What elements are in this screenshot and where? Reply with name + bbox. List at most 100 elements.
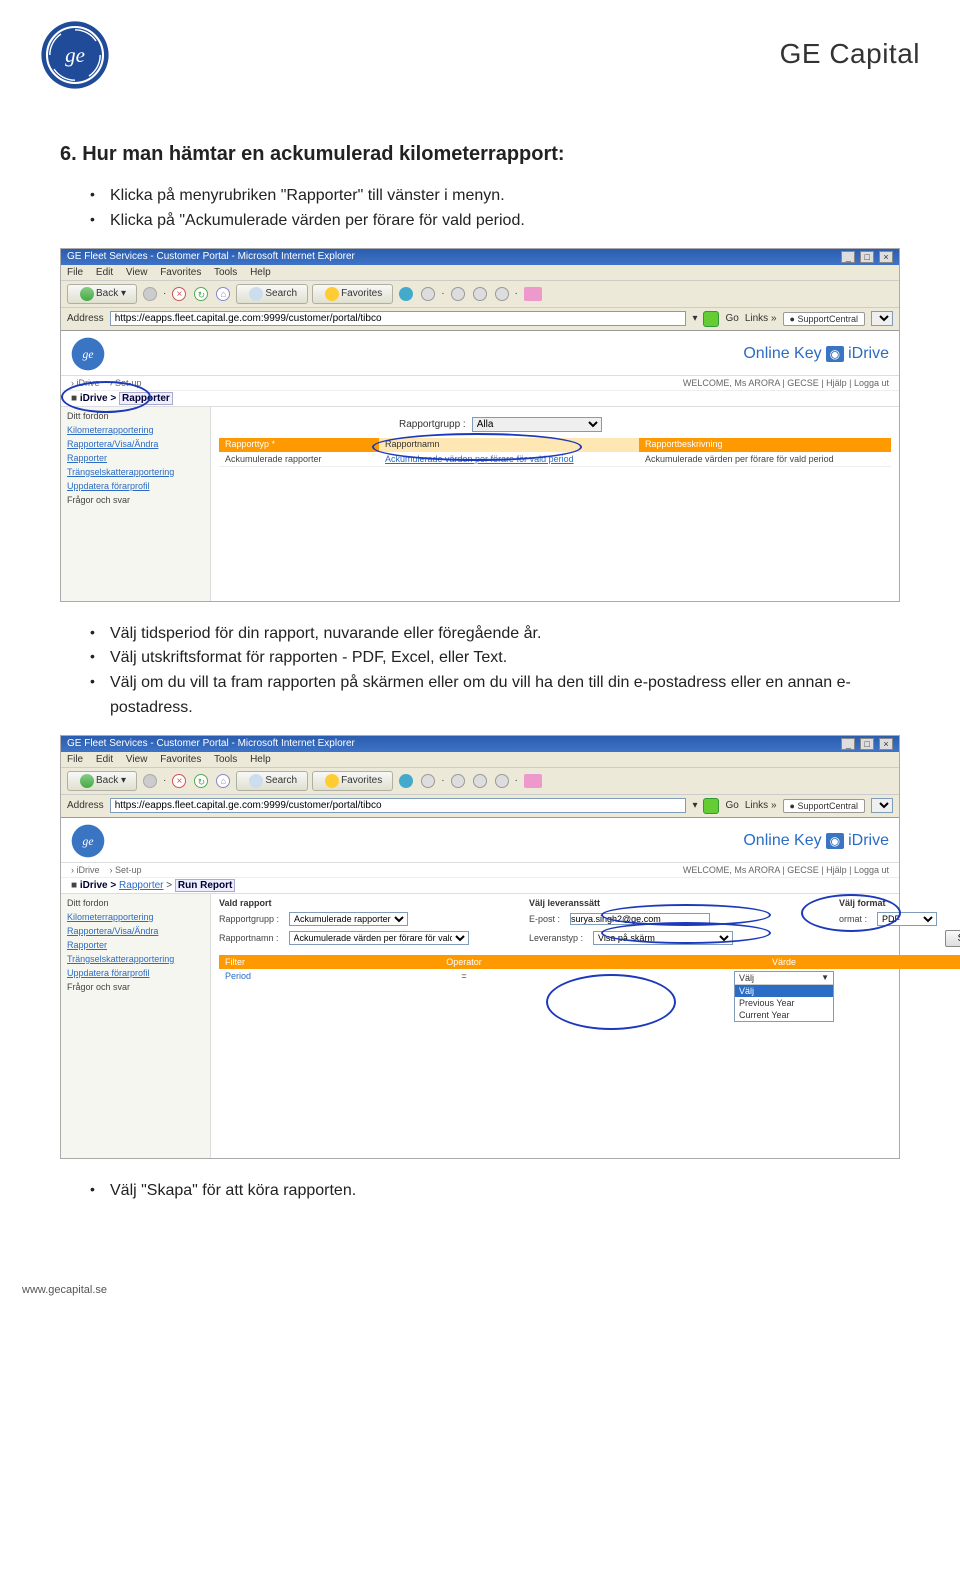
main-pane: Rapportgrupp : Alla Rapporttyp * Rapport…: [211, 407, 899, 601]
breadcrumb: ■ iDrive > Rapporter: [61, 391, 899, 407]
stop-icon[interactable]: ×: [172, 774, 186, 788]
star-icon: [325, 287, 339, 301]
chevron-down-icon: ▼: [821, 973, 829, 983]
back-button[interactable]: Back ▾: [67, 284, 137, 304]
rapportnamn-select[interactable]: Ackumulerade värden per förare för vald: [289, 931, 469, 945]
portal-brand: Online Key ◉ iDrive: [743, 345, 889, 363]
section-heading: 6. Hur man hämtar en ackumulerad kilomet…: [60, 143, 900, 166]
window-buttons[interactable]: _ □ ×: [839, 251, 893, 263]
close-icon[interactable]: ×: [879, 738, 893, 750]
bullet: Välj tidsperiod för din rapport, nuvaran…: [90, 622, 900, 647]
sidemenu-item[interactable]: Frågor och svar: [61, 493, 210, 507]
breadcrumb: ■ iDrive > Rapporter > Run Report: [61, 878, 899, 894]
bullet: Klicka på "Ackumulerade värden per förar…: [90, 209, 900, 234]
window-buttons[interactable]: _ □ ×: [839, 738, 893, 750]
epost-input[interactable]: [570, 913, 710, 925]
window-titlebar: GE Fleet Services - Customer Portal - Mi…: [61, 249, 899, 265]
menu-favorites[interactable]: Favorites: [160, 267, 201, 278]
page-header: ge GE Capital: [0, 0, 960, 103]
bullet: Klicka på menyrubriken "Rapporter" till …: [90, 184, 900, 209]
go-label: Go: [725, 313, 738, 324]
filter-row: Period = Välj▼ Välj Previous Year Curren…: [219, 969, 960, 1024]
extra-icon[interactable]: [524, 287, 542, 301]
favorites-button[interactable]: Favorites: [312, 771, 393, 791]
extra-select[interactable]: [871, 798, 893, 813]
go-button[interactable]: [703, 311, 719, 327]
search-icon: [249, 287, 263, 301]
address-input[interactable]: [110, 311, 687, 326]
mail-icon[interactable]: [451, 287, 465, 301]
portal-subhead: › iDrive › Set-up WELCOME, Ms ARORA | GE…: [61, 376, 899, 391]
skapa-button[interactable]: Skapa: [945, 930, 960, 947]
media-icon[interactable]: [399, 287, 413, 301]
window-titlebar: GE Fleet Services - Customer Portal - Mi…: [61, 736, 899, 752]
menu-help[interactable]: Help: [250, 267, 271, 278]
back-button[interactable]: Back ▾: [67, 771, 137, 791]
report-header-row: Rapporttyp * Rapportnamn Rapportbeskrivn…: [219, 438, 891, 452]
sidemenu-item[interactable]: Rapportera/Visa/Ändra: [61, 437, 210, 451]
svg-text:ge: ge: [83, 348, 94, 361]
sidemenu-item[interactable]: Uppdatera förarprofil: [61, 479, 210, 493]
address-input[interactable]: [110, 798, 687, 813]
rg-select[interactable]: Alla: [472, 417, 602, 432]
maximize-icon[interactable]: □: [860, 738, 874, 750]
period-select[interactable]: Välj▼ Välj Previous Year Current Year: [734, 971, 834, 1022]
ie-menubar[interactable]: File Edit View Favorites Tools Help: [61, 265, 899, 281]
minimize-icon[interactable]: _: [841, 251, 855, 263]
report-row[interactable]: Ackumulerade rapporter Ackumulerade värd…: [219, 452, 891, 467]
rapportgrupp-select[interactable]: Ackumulerade rapporter: [289, 912, 408, 926]
mid-bullets: Välj tidsperiod för din rapport, nuvaran…: [60, 622, 900, 721]
links-label[interactable]: Links »: [745, 313, 777, 324]
sidemenu-item-rapporter[interactable]: Rapporter: [61, 451, 210, 465]
supportcentral-button[interactable]: ● SupportCentral: [783, 799, 865, 813]
stop-icon[interactable]: ×: [172, 287, 186, 301]
search-button[interactable]: Search: [236, 771, 308, 791]
forward-icon[interactable]: [143, 287, 157, 301]
menu-edit[interactable]: Edit: [96, 267, 113, 278]
maximize-icon[interactable]: □: [860, 251, 874, 263]
refresh-icon[interactable]: ↻: [194, 287, 208, 301]
ie-menubar[interactable]: File Edit View Favorites Tools Help: [61, 752, 899, 768]
back-icon: [80, 287, 94, 301]
go-button[interactable]: [703, 798, 719, 814]
ge-logo-mini: ge: [71, 824, 105, 858]
address-bar: Address ▾ Go Links » ● SupportCentral: [61, 795, 899, 818]
forward-icon[interactable]: [143, 774, 157, 788]
ie-toolbar[interactable]: Back ▾ · × ↻ ⌂ Search Favorites · ·: [61, 281, 899, 308]
search-button[interactable]: Search: [236, 284, 308, 304]
format-select[interactable]: PDF: [877, 912, 937, 926]
menu-view[interactable]: View: [126, 267, 148, 278]
supportcentral-button[interactable]: ● SupportCentral: [783, 312, 865, 326]
filter-header: Filter Operator Värde: [219, 955, 960, 969]
close-icon[interactable]: ×: [879, 251, 893, 263]
brand-title: GE Capital: [780, 38, 920, 70]
side-menu: Ditt fordon Kilometerrapportering Rappor…: [61, 894, 211, 1158]
sidemenu-item[interactable]: Trängselskatterapportering: [61, 465, 210, 479]
footer-url: www.gecapital.se: [0, 1284, 960, 1296]
svg-text:ge: ge: [65, 43, 85, 67]
leveranstyp-select[interactable]: Visa på skärm: [593, 931, 733, 945]
history-icon[interactable]: [421, 287, 435, 301]
home-icon[interactable]: ⌂: [216, 774, 230, 788]
extra-select[interactable]: [871, 311, 893, 326]
menu-file[interactable]: File: [67, 267, 83, 278]
menu-tools[interactable]: Tools: [214, 267, 237, 278]
report-link[interactable]: Ackumulerade värden per förare för vald …: [385, 454, 645, 464]
sidemenu-item[interactable]: Kilometerrapportering: [61, 423, 210, 437]
main-pane: Vald rapport Välj leveranssätt Välj form…: [211, 894, 960, 1158]
address-bar: Address ▾ Go Links » ● SupportCentral: [61, 308, 899, 331]
refresh-icon[interactable]: ↻: [194, 774, 208, 788]
window-title: GE Fleet Services - Customer Portal - Mi…: [67, 251, 355, 262]
minimize-icon[interactable]: _: [841, 738, 855, 750]
bullet: Välj om du vill ta fram rapporten på skä…: [90, 671, 900, 721]
rg-label: Rapportgrupp :: [399, 419, 466, 430]
ie-toolbar[interactable]: Back ▾ · × ↻ ⌂ Search Favorites · ·: [61, 768, 899, 795]
col-rapporttyp: Rapporttyp *: [219, 438, 379, 452]
final-bullets: Välj "Skapa" för att köra rapporten.: [60, 1179, 900, 1204]
edit-icon[interactable]: [495, 287, 509, 301]
col-rapportnamn: Rapportnamn: [379, 438, 639, 452]
favorites-button[interactable]: Favorites: [312, 284, 393, 304]
home-icon[interactable]: ⌂: [216, 287, 230, 301]
print-icon[interactable]: [473, 287, 487, 301]
address-label: Address: [67, 313, 104, 324]
